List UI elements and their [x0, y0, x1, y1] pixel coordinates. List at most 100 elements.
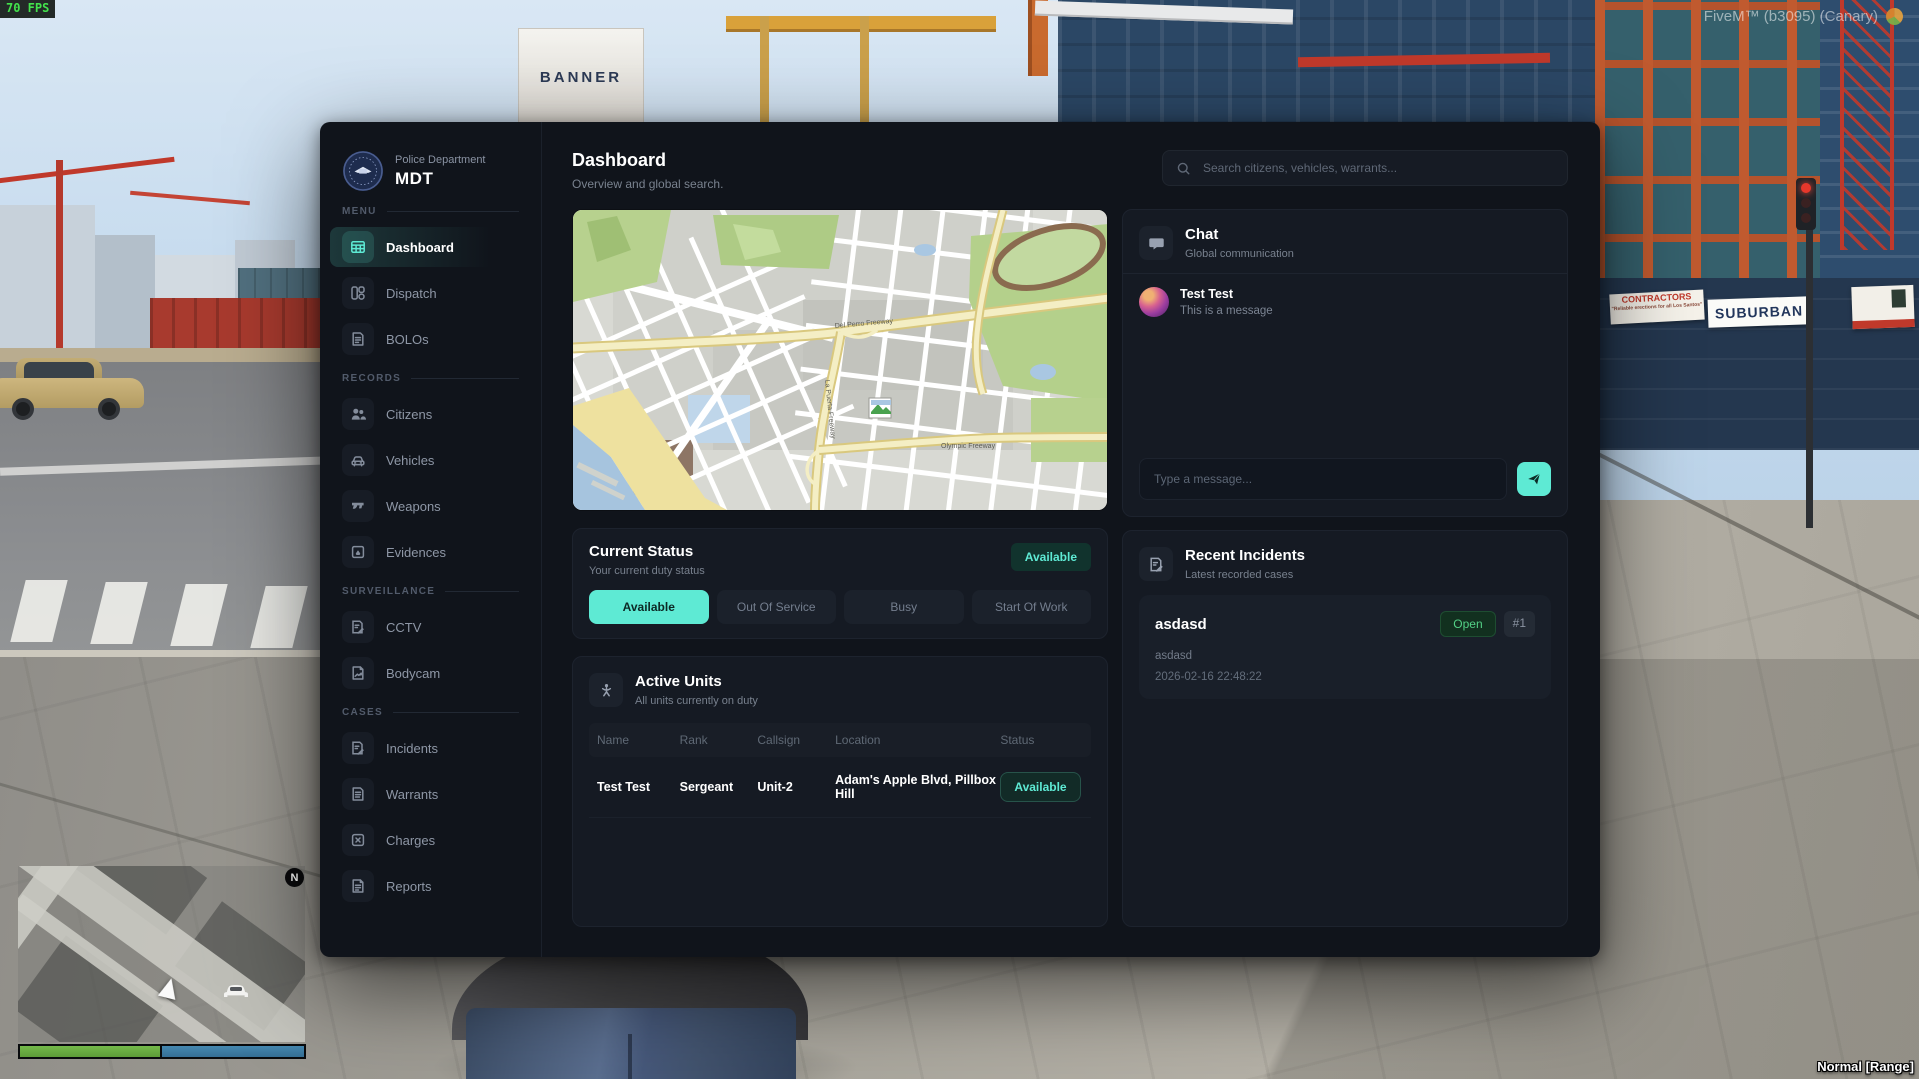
page-title: Dashboard — [572, 150, 667, 170]
fivem-label: FiveM™ (b3095) (Canary) — [1703, 8, 1878, 25]
crosswalk-stripe — [250, 586, 308, 648]
player-jeans — [466, 1008, 796, 1079]
sidebar-item-reports[interactable]: Reports — [330, 866, 531, 906]
vehicle-blip-icon — [223, 984, 249, 999]
compass-north-icon: N — [285, 868, 304, 887]
road-marking — [0, 456, 333, 476]
status-subtitle: Your current duty status — [589, 565, 705, 577]
unit-status-badge: Available — [1000, 772, 1081, 802]
traffic-light — [1796, 178, 1816, 230]
banner-sign: BANNER — [539, 69, 623, 86]
sidebar-item-bolos[interactable]: BOLOs — [330, 319, 531, 359]
brand-department: Police Department — [395, 153, 486, 166]
chat-message: Test Test This is a message — [1139, 287, 1551, 317]
voice-range-indicator: Normal [Range] — [1817, 1059, 1914, 1074]
main-header: Dashboard Overview and global search. — [572, 150, 1568, 191]
health-armor-bars — [18, 1044, 306, 1059]
dashboard-icon — [342, 231, 374, 263]
crosswalk-stripe — [10, 580, 68, 642]
sidebar-item-label: Dashboard — [386, 239, 454, 255]
brand-app-name: MDT — [395, 168, 434, 188]
incident-status-badge: Open — [1440, 611, 1496, 637]
sidebar-item-weapons[interactable]: Weapons — [330, 486, 531, 526]
column-name: Name — [597, 733, 630, 747]
sidebar-item-dashboard[interactable]: Dashboard — [330, 227, 531, 267]
construction-building — [1595, 0, 1827, 300]
weapon-icon — [342, 490, 374, 522]
search-input[interactable] — [1201, 160, 1554, 176]
sidebar-item-incidents[interactable]: Incidents — [330, 728, 531, 768]
column-rank: Rank — [679, 733, 708, 747]
sidebar-item-bodycam[interactable]: Bodycam — [330, 653, 531, 693]
sidebar-item-charges[interactable]: Charges — [330, 820, 531, 860]
cctv-icon — [342, 611, 374, 643]
suburban-sign-text: SUBURBAN — [1714, 302, 1804, 322]
current-status-badge: Available — [1010, 543, 1091, 571]
sidebar-item-label: Incidents — [386, 740, 439, 756]
status-option-available[interactable]: Available — [589, 590, 709, 624]
incident-report-icon — [342, 732, 374, 764]
search-icon — [1176, 161, 1191, 176]
sidebar-item-label: Weapons — [386, 498, 441, 514]
evidence-box-icon — [342, 536, 374, 568]
steel-girder — [760, 16, 769, 124]
divider — [1123, 273, 1567, 274]
sidebar-item-citizens[interactable]: Citizens — [330, 394, 531, 434]
incident-list-item[interactable]: asdasd Open #1 asdasd 2026-02-16 22:48:2… — [1139, 595, 1551, 699]
sidebar-item-label: Warrants — [386, 786, 439, 802]
sidebar-section-surveillance: SURVEILLANCE — [320, 586, 541, 597]
crane-lattice — [1840, 0, 1894, 250]
recent-incidents-card: Recent Incidents Latest recorded cases a… — [1122, 530, 1568, 927]
incidents-icon — [1139, 547, 1173, 581]
sidebar-section-records: RECORDS — [320, 373, 541, 384]
traffic-light-pole — [1806, 180, 1813, 528]
send-message-button[interactable] — [1517, 462, 1551, 496]
avatar — [1139, 287, 1169, 317]
table-header: Name Rank Callsign Location Status — [589, 723, 1091, 757]
sidebar-item-dispatch[interactable]: Dispatch — [330, 273, 531, 313]
curb — [0, 650, 334, 657]
crane — [56, 160, 63, 355]
minimap: N — [18, 866, 305, 1042]
sidebar-item-evidences[interactable]: Evidences — [330, 532, 531, 572]
status-option-busy[interactable]: Busy — [844, 590, 964, 624]
crosswalk-stripe — [170, 584, 228, 646]
dispatch-icon — [342, 277, 374, 309]
shipping-containers — [150, 298, 320, 350]
traffic-light-red — [1801, 183, 1811, 193]
status-title: Current Status — [589, 543, 694, 560]
status-option-start-of-work[interactable]: Start Of Work — [971, 590, 1091, 624]
send-icon — [1526, 471, 1542, 487]
sidebar-item-label: BOLOs — [386, 331, 429, 347]
car-wheel — [98, 398, 120, 420]
sidebar-item-label: Bodycam — [386, 665, 441, 681]
chat-message-input[interactable] — [1139, 458, 1507, 500]
status-option-out-of-service[interactable]: Out Of Service — [716, 590, 836, 624]
sidebar-section-menu: MENU — [320, 206, 541, 217]
traffic-light-green — [1801, 213, 1811, 223]
sidebar-item-warrants[interactable]: Warrants — [330, 774, 531, 814]
distant-building — [0, 205, 95, 365]
car-wheel — [12, 398, 34, 420]
mdt-window: Police Department MDT MENU Dashboard Dis… — [320, 122, 1600, 957]
active-units-icon — [589, 673, 623, 707]
report-document-icon — [342, 870, 374, 902]
chat-subtitle: Global communication — [1185, 248, 1294, 260]
map-label-olympic: Olympic Freeway — [941, 443, 996, 450]
chat-title: Chat — [1185, 226, 1219, 243]
active-units-card: Active Units All units currently on duty… — [572, 656, 1108, 927]
sidebar-item-label: Evidences — [386, 544, 446, 560]
citizens-icon — [342, 398, 374, 430]
unit-callsign: Unit-2 — [757, 780, 793, 794]
steel-girder — [860, 16, 869, 124]
sidebar-item-cctv[interactable]: CCTV — [330, 607, 531, 647]
sidebar-item-vehicles[interactable]: Vehicles — [330, 440, 531, 480]
player-marker-icon — [157, 976, 181, 1000]
chat-bubble-icon — [1139, 226, 1173, 260]
parked-car — [0, 356, 144, 420]
map-marker-icon — [868, 397, 892, 419]
contractors-sign: CONTRACTORS "Reliable erections for all … — [1609, 289, 1705, 325]
sidebar-item-label: Vehicles — [386, 452, 435, 468]
warrant-document-icon — [342, 778, 374, 810]
unit-name: Test Test — [597, 780, 651, 794]
